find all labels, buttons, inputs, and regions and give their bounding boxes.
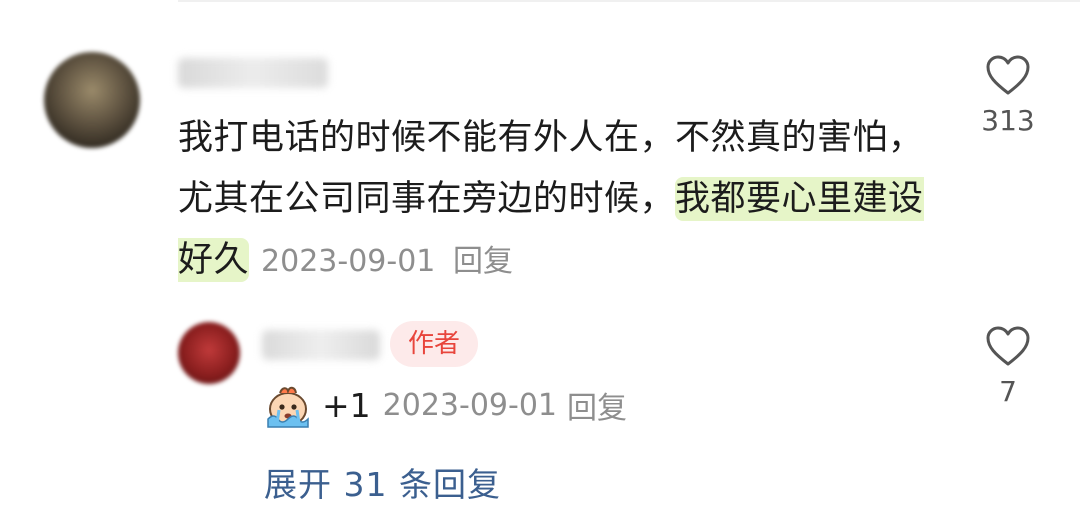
reply-button[interactable]: 回复 [453,244,513,279]
reply-username-blurred[interactable] [262,330,380,360]
reply-like-count: 7 [999,375,1017,408]
reply-date: 2023-09-01 [382,387,558,423]
reply-reply-button[interactable]: 回复 [567,383,627,427]
username-blurred[interactable] [178,58,328,88]
heart-outline-icon [986,55,1030,95]
crying-face-emoji [267,386,309,428]
author-badge: 作者 [390,321,479,367]
comment-text: 我打电话的时候不能有外人在，不然真的害怕，尤其在公司同事在旁边的时候，我都要心里… [178,108,938,292]
top-divider [178,0,1080,2]
reply-content: +1 2023-09-01 回复 [262,380,627,430]
comment-date: 2023-09-01 [261,244,436,279]
reply-avatar[interactable] [178,322,240,384]
like-count: 313 [981,104,1035,137]
like-button[interactable]: 313 [978,54,1038,137]
reply-text: +1 [322,385,371,425]
expand-replies-button[interactable]: 展开 31 条回复 [264,458,501,506]
avatar[interactable] [44,52,140,148]
reply-like-button[interactable]: 7 [978,325,1038,408]
heart-outline-icon [986,326,1030,366]
